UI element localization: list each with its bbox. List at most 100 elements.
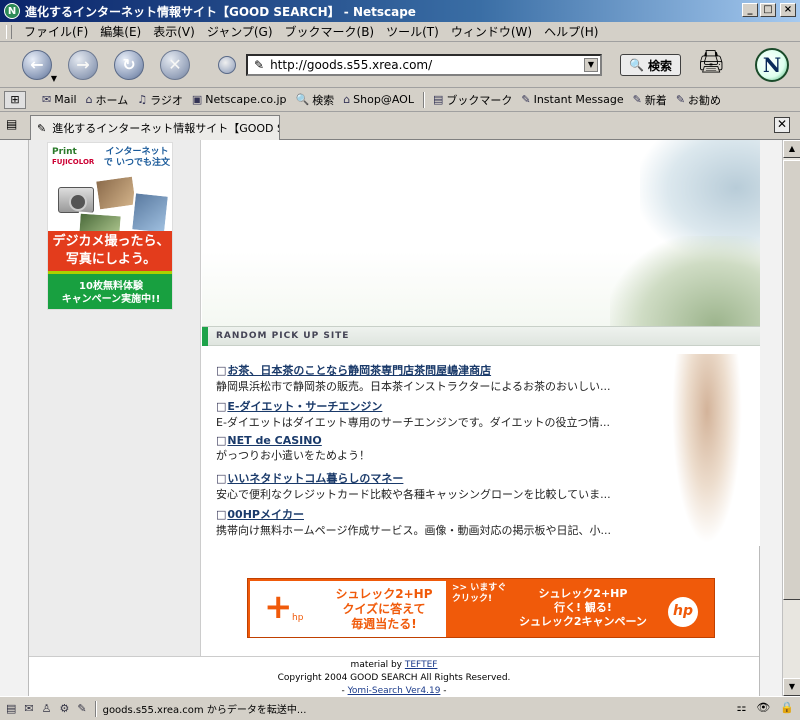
close-tab-button[interactable]: ✕ (774, 117, 790, 133)
page-viewport: Print FUJICOLOR インターネットで いつでも注文 デジカメ撮ったら、… (0, 140, 782, 696)
bookmark-recommended[interactable]: ✎ お勧め (676, 92, 721, 108)
site-description: 静岡県浜松市で静岡茶の販売。日本茶インストラクターによるお茶のおいしい... (216, 380, 611, 393)
netscape-logo[interactable]: N (755, 48, 789, 82)
web-page: Print FUJICOLOR インターネットで いつでも注文 デジカメ撮ったら、… (28, 140, 760, 696)
shrek-hp-ad-banner[interactable]: + hp シュレック2+HP クイズに答えて 毎週当たる! >> いますぐ クリック!… (247, 578, 715, 638)
yomi-search-link[interactable]: Yomi-Search Ver4.19 (348, 686, 441, 696)
url-input[interactable] (270, 58, 571, 72)
close-button[interactable]: × (780, 3, 796, 17)
aim-icon[interactable]: ♙ (42, 702, 52, 715)
stop-icon: ✕ (168, 55, 182, 74)
ad-headline: デジカメ撮ったら、 写真にしよう。 (48, 231, 172, 271)
back-dropdown-icon[interactable]: ▼ (51, 74, 57, 83)
reload-button[interactable]: ↻ (114, 49, 144, 80)
url-dropdown-button[interactable]: ▼ (584, 58, 598, 72)
hero-decoration (610, 236, 760, 326)
page-footer: material by TEFTEF Copyright 2004 GOOD S… (29, 656, 759, 696)
print-icon[interactable]: 🖨 (697, 50, 725, 75)
tab-strip: ▤ ✎ 進化するインターネット情報サイト【GOOD SE... ✕ (0, 112, 800, 140)
menu-window[interactable]: ウィンドウ(W) (445, 23, 538, 40)
banner-click-text: >> いますぐ クリック! (452, 583, 507, 604)
edit-icon[interactable]: ✎ (77, 702, 86, 715)
scroll-up-icon[interactable]: ▲ (783, 140, 800, 158)
site-description: がっつりお小遣いをためよう！ (216, 449, 370, 462)
toolbar-separator (422, 91, 425, 108)
bookmark-search[interactable]: 🔍 検索 (295, 92, 334, 108)
home-globe-icon[interactable] (218, 56, 236, 74)
vertical-scrollbar[interactable]: ▲ ▼ (782, 140, 800, 696)
bookmark-icon: ✎ (675, 93, 686, 106)
bookmark-instant-message[interactable]: ✎ Instant Message (521, 93, 623, 106)
site-description: E-ダイエットはダイエット専用のサーチエンジンです。ダイエットの役立つ情... (216, 416, 610, 429)
privacy-icon[interactable]: 👁 (756, 701, 770, 714)
site-link[interactable]: いいネタドットコム暮らしのマネー (216, 470, 656, 486)
stop-button[interactable]: ✕ (160, 49, 190, 80)
toolbar-grip[interactable] (6, 24, 12, 39)
bookmark-radio[interactable]: ♫ ラジオ (137, 92, 183, 108)
bookmark-netscape[interactable]: ▣ Netscape.co.jp (192, 93, 287, 106)
camera-icon (58, 187, 94, 213)
status-right-icons: ⚏ 👁 🔒 (736, 701, 794, 714)
site-description: 携帯向け無料ホームページ作成サービス。画像・動画対応の掲示板や日記、小... (216, 524, 611, 537)
search-button-label: 検索 (647, 58, 672, 73)
menu-view[interactable]: 表示(V) (147, 23, 201, 40)
search-icon: 🔍 (295, 93, 310, 106)
site-link[interactable]: E-ダイエット・サーチエンジン (216, 398, 656, 414)
bookmark-home[interactable]: ⌂ ホーム (86, 92, 129, 108)
decorative-image (672, 354, 742, 544)
menu-file[interactable]: ファイル(F) (18, 23, 94, 40)
back-icon: ← (30, 55, 44, 74)
list-item: いいネタドットコム暮らしのマネー 安心で便利なクレジットカード比較や各種キャッシ… (216, 470, 656, 502)
maximize-button[interactable]: □ (760, 3, 776, 17)
menu-tools[interactable]: ツール(T) (380, 23, 445, 40)
tab-active[interactable]: ✎ 進化するインターネット情報サイト【GOOD SE... (30, 115, 280, 140)
scroll-down-icon[interactable]: ▼ (783, 678, 800, 696)
forward-button[interactable]: → (68, 49, 98, 80)
plus-icon: + (264, 587, 293, 627)
site-link[interactable]: 00HPメイカー (216, 506, 656, 522)
title-bar: N 進化するインターネット情報サイト【GOOD SEARCH】 - Netsca… (0, 0, 800, 22)
menu-edit[interactable]: 編集(E) (94, 23, 147, 40)
composer-icon[interactable]: ⚙ (60, 702, 70, 715)
toolbar-toggle-icon[interactable]: ⊞ (4, 90, 26, 109)
mail-icon[interactable]: ✉ (24, 702, 33, 715)
footer-copyright: Copyright 2004 GOOD SEARCH All Rights Re… (277, 673, 511, 683)
page-icon: ✎ (254, 58, 265, 72)
menu-help[interactable]: ヘルプ(H) (538, 23, 604, 40)
site-link[interactable]: NET de CASINO (216, 434, 656, 447)
list-item: お茶、日本茶のことなら静岡茶専門店茶問屋嶋津商店 静岡県浜松市で静岡茶の販売。日… (216, 362, 656, 394)
random-pickup-list: お茶、日本茶のことなら静岡茶専門店茶問屋嶋津商店 静岡県浜松市で静岡茶の販売。日… (202, 346, 760, 546)
site-link[interactable]: お茶、日本茶のことなら静岡茶専門店茶問屋嶋津商店 (216, 362, 656, 378)
back-button[interactable]: ← ▼ (22, 49, 57, 83)
lock-icon[interactable]: 🔒 (780, 701, 794, 714)
bookmark-shop-aol[interactable]: ⌂ Shop@AOL (343, 93, 414, 106)
navigator-icon[interactable]: ▤ (6, 702, 16, 715)
bookmark-new[interactable]: ✎ 新着 (633, 92, 667, 108)
scroll-thumb[interactable] (783, 160, 800, 600)
personal-toolbar: ⊞ ✉ Mail ⌂ ホーム ♫ ラジオ ▣ Netscape.co.jp 🔍 検索 ⌂ S… (0, 88, 800, 112)
status-text: goods.s55.xrea.com からデータを転送中... (102, 705, 307, 716)
fujicolor-logo: Print FUJICOLOR (52, 147, 95, 166)
menu-bar: ファイル(F) 編集(E) 表示(V) ジャンプ(G) ブックマーク(B) ツー… (0, 22, 800, 42)
new-tab-icon[interactable]: ▤ (6, 117, 24, 133)
left-column: Print FUJICOLOR インターネットで いつでも注文 デジカメ撮ったら、… (29, 140, 201, 656)
menu-go[interactable]: ジャンプ(G) (201, 23, 279, 40)
fujicolor-ad-banner[interactable]: Print FUJICOLOR インターネットで いつでも注文 デジカメ撮ったら、… (47, 142, 173, 310)
url-bar[interactable]: ✎ ▼ (246, 54, 602, 76)
menu-bookmarks[interactable]: ブックマーク(B) (279, 23, 381, 40)
search-button[interactable]: 🔍 検索 (620, 54, 681, 76)
bookmarks-menu[interactable]: ▤ ブックマーク (433, 92, 512, 108)
window-controls: _ □ × (742, 3, 796, 17)
minimize-button[interactable]: _ (742, 3, 758, 17)
url-area: ✎ ▼ 🔍 検索 (218, 54, 681, 76)
headphones-icon: ♫ (137, 93, 148, 106)
status-bar: ▤ ✉ ♙ ⚙ ✎ goods.s55.xrea.com からデータを転送中..… (0, 696, 800, 720)
banner-left-panel: + hp シュレック2+HP クイズに答えて 毎週当たる! (248, 579, 448, 637)
section-marker (202, 327, 208, 347)
status-separator (94, 700, 97, 717)
search-icon: 🔍 (629, 58, 644, 72)
hp-logo: hp (668, 597, 698, 627)
teftef-link[interactable]: TEFTEF (405, 660, 438, 670)
hero-image (202, 140, 760, 326)
bookmark-mail[interactable]: ✉ Mail (42, 93, 77, 106)
